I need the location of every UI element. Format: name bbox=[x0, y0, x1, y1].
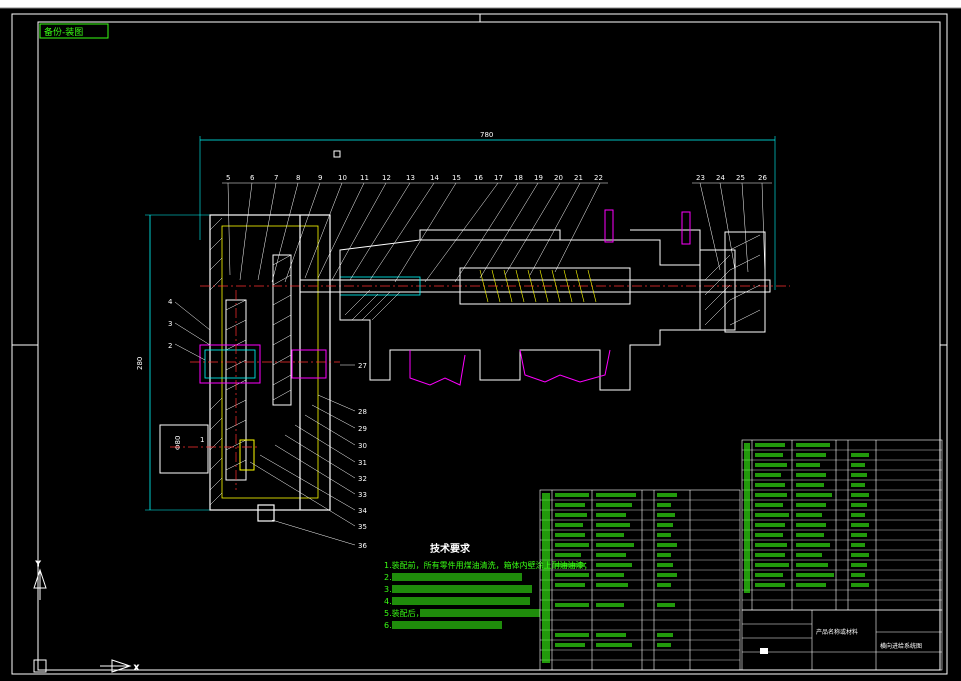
part-number: 27 bbox=[358, 362, 367, 370]
part-numbers-left: 4 3 2 1 bbox=[168, 298, 211, 444]
parts-list-lower-fill bbox=[542, 493, 677, 663]
tech-line: 4. bbox=[384, 597, 392, 606]
centre-lines bbox=[170, 285, 790, 490]
gearbox-housing bbox=[209, 214, 331, 522]
title-block-drawing: 横向进给系统图 bbox=[880, 642, 922, 650]
part-number: 19 bbox=[534, 174, 543, 182]
housing-hatch bbox=[209, 217, 223, 506]
part-number: 30 bbox=[358, 442, 367, 450]
part-number: 14 bbox=[430, 174, 439, 182]
part-number: 16 bbox=[474, 174, 483, 182]
tech-line: 5.装配后， bbox=[384, 608, 424, 618]
part-number: 3 bbox=[168, 320, 172, 328]
part-number: 12 bbox=[382, 174, 391, 182]
part-number: 36 bbox=[358, 542, 367, 550]
part-number: 21 bbox=[574, 174, 583, 182]
part-number: 15 bbox=[452, 174, 461, 182]
cad-drawing-canvas[interactable]: 备份-装图 780 280 Φ80 5 6 7 8 9 10 11 12 13 … bbox=[0, 0, 961, 681]
tech-line: 3. bbox=[384, 585, 392, 594]
part-number: 9 bbox=[318, 174, 322, 182]
part-numbers-top: 5 6 7 8 9 10 11 12 13 14 15 16 17 18 19 … bbox=[226, 174, 767, 182]
part-number: 6 bbox=[250, 174, 255, 182]
gear-train bbox=[159, 254, 327, 481]
part-number: 7 bbox=[274, 174, 278, 182]
dimension-small-value: Φ80 bbox=[174, 436, 182, 450]
svg-text:X: X bbox=[134, 664, 139, 672]
ucs-icon: Y X bbox=[33, 560, 140, 673]
dimension-left: 280 Φ80 bbox=[136, 214, 215, 511]
part-number: 28 bbox=[358, 408, 367, 416]
title-block-product: 产品名称或材料 bbox=[816, 628, 858, 636]
part-number: 29 bbox=[358, 425, 367, 433]
sheet-inner-border bbox=[37, 21, 941, 671]
carriage-body bbox=[339, 229, 766, 391]
part-number: 4 bbox=[168, 298, 173, 306]
part-number: 17 bbox=[494, 174, 503, 182]
part-number: 33 bbox=[358, 491, 367, 499]
part-number: 22 bbox=[594, 174, 603, 182]
tech-title: 技术要求 bbox=[430, 542, 471, 555]
drawing-tag-text: 备份-装图 bbox=[44, 26, 83, 38]
dimension-left-value: 280 bbox=[136, 357, 144, 370]
part-number: 11 bbox=[360, 174, 369, 182]
svg-text:Y: Y bbox=[35, 560, 41, 568]
drawing-tag: 备份-装图 bbox=[39, 23, 109, 39]
part-numbers-right: 27 28 29 30 31 32 33 34 35 36 bbox=[249, 362, 367, 550]
part-number: 34 bbox=[358, 507, 367, 515]
part-number: 35 bbox=[358, 523, 367, 531]
part-number: 23 bbox=[696, 174, 705, 182]
dimension-top-value: 780 bbox=[480, 131, 493, 139]
part-number: 32 bbox=[358, 475, 367, 483]
tech-line: 6. bbox=[384, 621, 392, 630]
parts-list-upper-fill bbox=[744, 443, 869, 593]
tech-line: 2. bbox=[384, 573, 392, 582]
part-number: 24 bbox=[716, 174, 725, 182]
part-number: 18 bbox=[514, 174, 523, 182]
part-number: 26 bbox=[758, 174, 767, 182]
part-number: 13 bbox=[406, 174, 415, 182]
part-number: 10 bbox=[338, 174, 347, 182]
part-number: 2 bbox=[168, 342, 172, 350]
part-number: 20 bbox=[554, 174, 563, 182]
bolts bbox=[604, 209, 691, 245]
part-number: 5 bbox=[226, 174, 230, 182]
title-block bbox=[741, 609, 943, 671]
top-strip bbox=[0, 0, 961, 8]
part-number: 25 bbox=[736, 174, 745, 182]
part-number: 31 bbox=[358, 459, 367, 467]
part-number: 8 bbox=[296, 174, 300, 182]
part-number: 1 bbox=[200, 436, 204, 444]
